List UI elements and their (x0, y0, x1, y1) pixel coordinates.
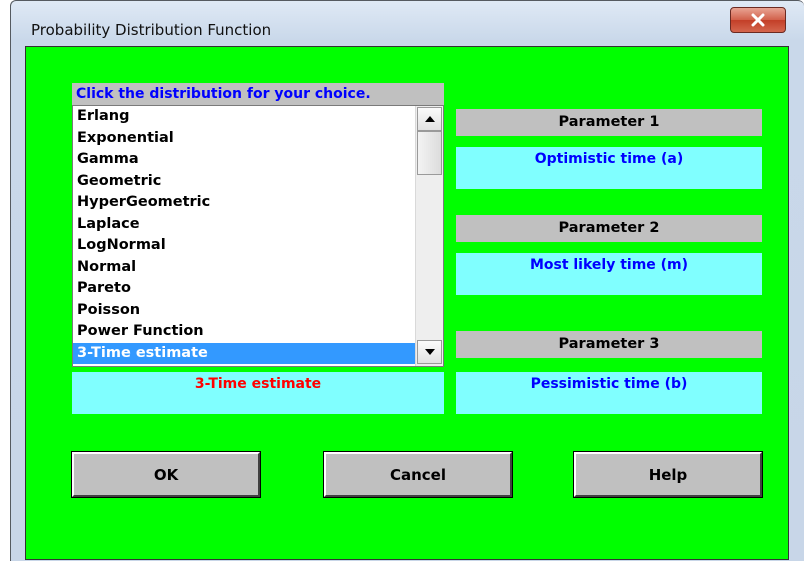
scroll-down-arrow-icon (424, 349, 435, 355)
parameter-3-value: Pessimistic time (b) (456, 372, 762, 414)
ok-button[interactable]: OK (71, 451, 261, 498)
dialog-client-area: Click the distribution for your choice. … (25, 46, 789, 560)
list-item[interactable]: Exponential (73, 128, 415, 150)
scroll-up-button[interactable] (417, 107, 442, 131)
parameter-2-label: Parameter 2 (456, 215, 762, 242)
list-item[interactable]: Erlang (73, 106, 415, 128)
dialog-window: Probability Distribution Function Click … (10, 0, 804, 561)
scroll-thumb[interactable] (417, 131, 442, 175)
instruction-label: Click the distribution for your choice. (72, 83, 444, 105)
scroll-down-button[interactable] (417, 340, 442, 364)
close-icon (751, 13, 765, 27)
title-bar[interactable]: Probability Distribution Function (11, 1, 804, 43)
parameter-3-label: Parameter 3 (456, 331, 762, 358)
window-title: Probability Distribution Function (31, 21, 272, 39)
list-item[interactable]: Pareto (73, 278, 415, 300)
help-button[interactable]: Help (573, 451, 763, 498)
list-item[interactable]: Power Function (73, 321, 415, 343)
list-item[interactable]: HyperGeometric (73, 192, 415, 214)
list-item[interactable]: Poisson (73, 300, 415, 322)
list-item[interactable]: LogNormal (73, 235, 415, 257)
selected-distribution-display: 3-Time estimate (72, 372, 444, 414)
list-item[interactable]: Geometric (73, 171, 415, 193)
list-item[interactable]: Laplace (73, 214, 415, 236)
parameter-1-label: Parameter 1 (456, 109, 762, 136)
cancel-button[interactable]: Cancel (323, 451, 513, 498)
list-item[interactable]: Normal (73, 257, 415, 279)
distribution-list-items: Erlang Exponential Gamma Geometric Hyper… (73, 106, 415, 366)
distribution-listbox[interactable]: Erlang Exponential Gamma Geometric Hyper… (72, 105, 444, 367)
list-item[interactable]: Gamma (73, 149, 415, 171)
list-item-selected[interactable]: 3-Time estimate (73, 342, 415, 364)
parameter-1-value: Optimistic time (a) (456, 147, 762, 189)
close-button[interactable] (730, 7, 786, 33)
scroll-up-arrow-icon (424, 116, 435, 122)
list-scrollbar[interactable] (415, 106, 443, 366)
parameter-2-value: Most likely time (m) (456, 253, 762, 295)
